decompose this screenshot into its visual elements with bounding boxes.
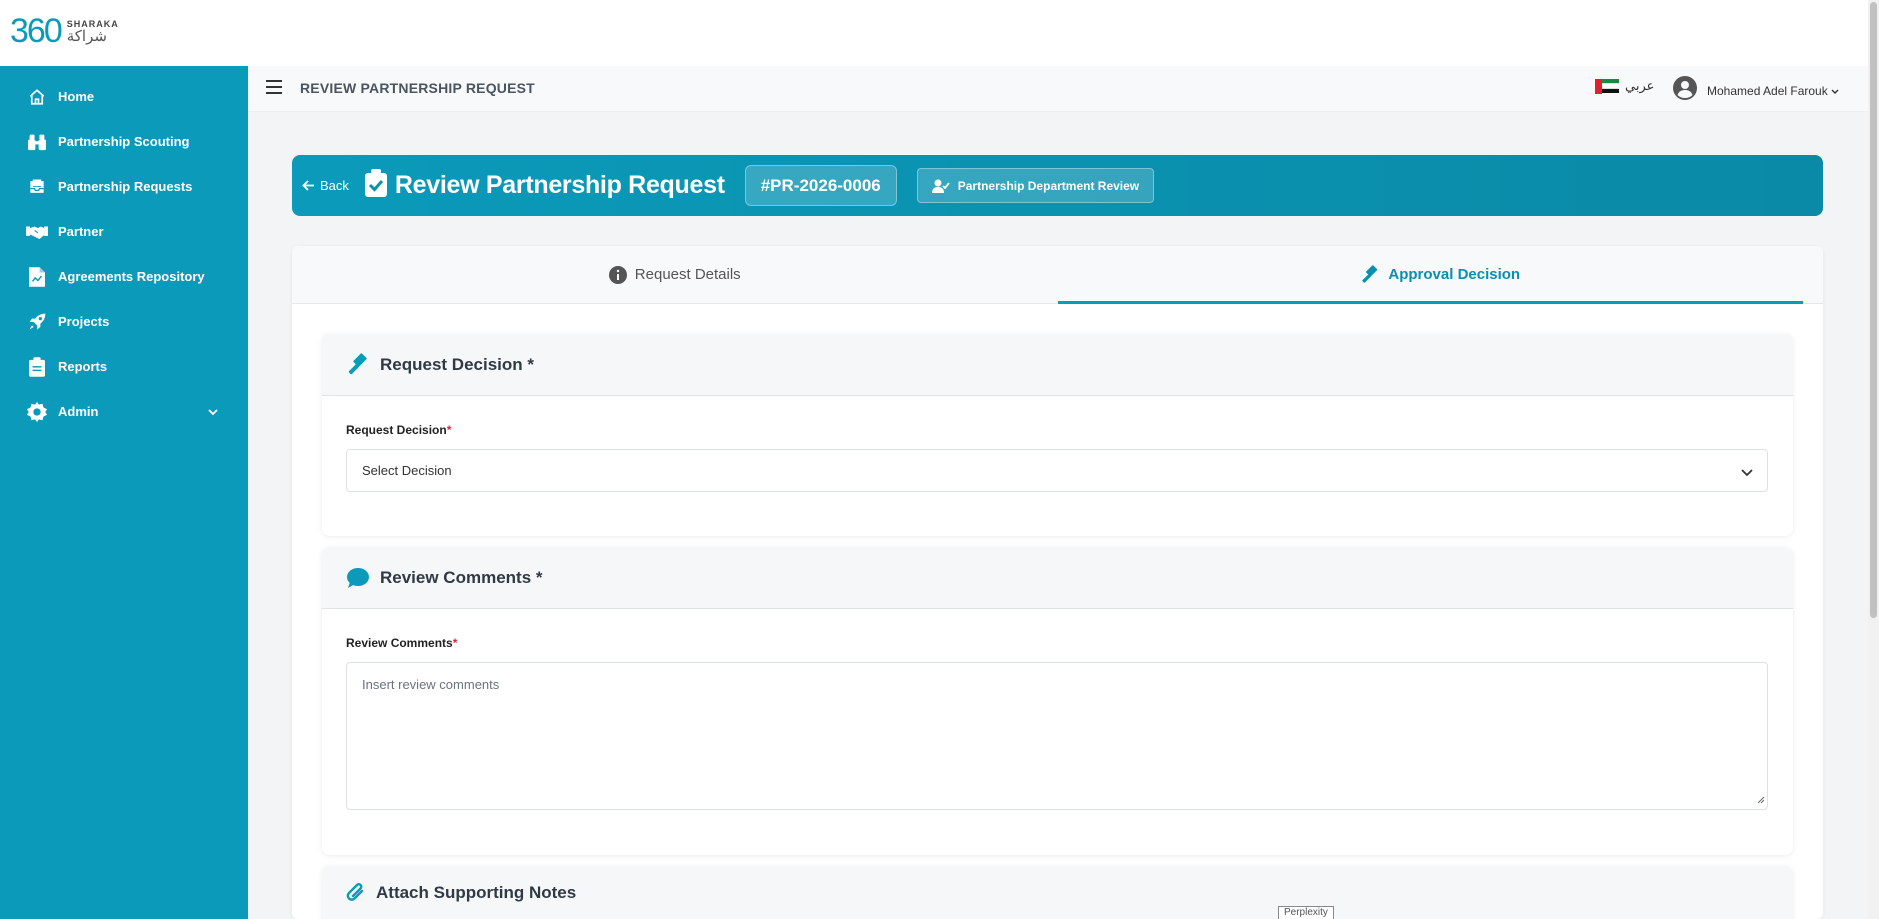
chevron-down-icon — [1831, 82, 1839, 100]
tab-label: Request Details — [634, 266, 741, 283]
sidebar-item-admin[interactable]: Admin — [0, 389, 248, 434]
section-header: Review Comments * — [322, 547, 1793, 609]
field-label-text: Review Comments — [346, 636, 453, 650]
sidebar-item-label: Admin — [58, 404, 99, 419]
sidebar-item-label: Projects — [58, 314, 110, 329]
section-title: Review Comments * — [380, 567, 543, 587]
sidebar-item-reports[interactable]: Reports — [0, 344, 248, 389]
gear-icon — [26, 401, 48, 423]
logo-number: 360 — [10, 12, 63, 50]
section-title: Request Decision * — [380, 354, 534, 374]
required-mark: * — [452, 636, 458, 650]
back-button[interactable]: Back — [302, 178, 349, 193]
user-check-icon — [931, 179, 950, 193]
gavel-icon — [348, 352, 367, 374]
sidebar-item-label: Home — [58, 89, 95, 104]
page-hero-banner: Back Review Partnership Request #PR-2026… — [292, 155, 1823, 216]
clipboard-icon — [26, 356, 48, 378]
sidebar-item-partnership-requests[interactable]: Partnership Requests — [0, 164, 248, 209]
logo-name-ar: شراكة — [66, 27, 107, 45]
uae-flag-icon — [1595, 78, 1619, 94]
binoculars-icon — [26, 131, 48, 153]
sidebar-item-label: Partnership Requests — [58, 179, 193, 194]
language-switcher[interactable]: عربي — [1595, 78, 1654, 94]
field-label: Request Decision* — [346, 423, 451, 437]
tab-label: Approval Decision — [1388, 266, 1521, 283]
rocket-icon — [26, 311, 48, 333]
gavel-icon — [1362, 264, 1378, 283]
sidebar-item-label: Reports — [58, 359, 108, 374]
hero-title: Review Partnership Request — [394, 171, 725, 199]
review-card: Request Details Approval Decision Reques… — [292, 246, 1823, 919]
stage-badge: Partnership Department Review — [916, 168, 1155, 203]
section-header: Request Decision * — [322, 334, 1793, 396]
clipboard-check-icon — [364, 169, 387, 202]
field-label: Review Comments* — [346, 636, 457, 650]
resize-handle-icon[interactable] — [1757, 792, 1765, 807]
review-comments-section: Review Comments * Review Comments* Inser… — [322, 547, 1793, 855]
user-avatar-icon — [1673, 76, 1697, 105]
textarea-placeholder: Insert review comments — [362, 677, 500, 692]
select-value: Select Decision — [362, 463, 452, 478]
review-comments-textarea[interactable]: Insert review comments — [346, 662, 1768, 810]
stage-label: Partnership Department Review — [957, 178, 1140, 193]
paperclip-icon — [346, 883, 364, 901]
document-icon — [26, 266, 48, 288]
app-logo[interactable]: 360 SHARAKA شراكة — [10, 12, 119, 51]
sidebar-item-partner[interactable]: Partner — [0, 209, 248, 254]
page-scrollbar[interactable] — [1868, 0, 1879, 919]
logo-text: SHARAKA شراكة — [66, 19, 119, 45]
back-label: Back — [320, 178, 349, 193]
user-name: Mohamed Adel Farouk — [1707, 83, 1828, 98]
section-title: Attach Supporting Notes — [376, 883, 577, 902]
decision-select[interactable]: Select Decision — [346, 449, 1768, 492]
language-label: عربي — [1625, 78, 1655, 93]
handshake-icon — [26, 221, 48, 243]
tab-bar: Request Details Approval Decision — [292, 246, 1823, 304]
top-header: REVIEW PARTNERSHIP REQUEST عربي Mohamed … — [248, 66, 1868, 112]
chevron-down-icon[interactable] — [208, 404, 218, 419]
chevron-down-icon — [1741, 465, 1753, 480]
sidebar-item-home[interactable]: Home — [0, 74, 248, 119]
sidebar-item-projects[interactable]: Projects — [0, 299, 248, 344]
request-decision-section: Request Decision * Request Decision* Sel… — [322, 334, 1793, 536]
inbox-icon — [26, 176, 48, 198]
page-title: REVIEW PARTNERSHIP REQUEST — [300, 80, 535, 96]
section-header: Attach Supporting Notes — [322, 866, 1793, 919]
menu-toggle-icon[interactable] — [266, 80, 284, 96]
sidebar-item-label: Partner — [58, 224, 104, 239]
attach-notes-section: Attach Supporting Notes — [322, 866, 1793, 919]
arrow-left-icon — [302, 180, 314, 191]
tab-approval-decision[interactable]: Approval Decision — [1057, 246, 1824, 304]
sidebar: Home Partnership Scouting Partnership Re… — [0, 66, 248, 919]
sidebar-item-agreements-repository[interactable]: Agreements Repository — [0, 254, 248, 299]
field-label-text: Request Decision — [346, 423, 447, 437]
required-mark: * — [446, 423, 452, 437]
scrollbar-thumb[interactable] — [1870, 2, 1877, 618]
home-icon — [26, 86, 48, 108]
request-id-badge: #PR-2026-0006 — [744, 165, 897, 206]
comment-icon — [347, 567, 369, 588]
info-icon — [608, 265, 627, 284]
logo-bar: 360 SHARAKA شراكة — [0, 0, 1868, 66]
user-menu[interactable]: Mohamed Adel Farouk — [1673, 76, 1839, 105]
sidebar-item-label: Agreements Repository — [58, 269, 205, 284]
tooltip: Perplexity — [1278, 906, 1334, 919]
tab-request-details[interactable]: Request Details — [292, 246, 1058, 303]
sidebar-item-label: Partnership Scouting — [58, 134, 190, 149]
sidebar-item-partnership-scouting[interactable]: Partnership Scouting — [0, 119, 248, 164]
